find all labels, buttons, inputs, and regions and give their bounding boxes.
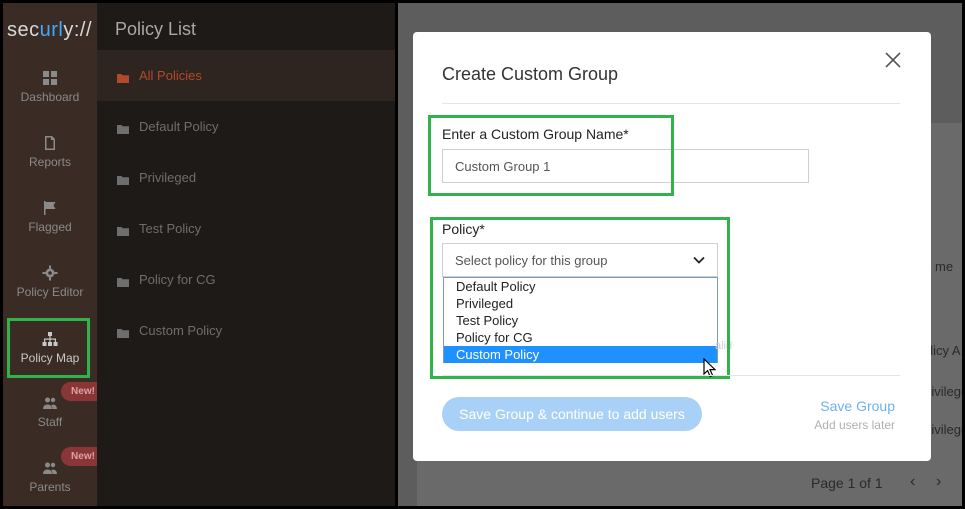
sidebar-item-policy-editor[interactable]: Policy Editor bbox=[3, 265, 97, 299]
sidebar-item-flagged[interactable]: Flagged bbox=[3, 200, 97, 234]
add-users-later-text: Add users later bbox=[814, 418, 895, 432]
modal-divider bbox=[442, 103, 900, 104]
save-group-link[interactable]: Save Group bbox=[803, 398, 895, 414]
folder-icon bbox=[117, 326, 129, 338]
modal-footer-divider bbox=[442, 375, 900, 376]
policy-item-all-policies[interactable]: All Policies bbox=[97, 50, 395, 101]
close-button[interactable] bbox=[881, 48, 905, 72]
close-icon bbox=[885, 52, 901, 68]
policy-map-highlight-box bbox=[7, 318, 90, 378]
sidebar-item-parents[interactable]: Parents bbox=[3, 460, 97, 494]
policy-item-policy-for-cg[interactable]: Policy for CG bbox=[97, 254, 395, 305]
panel-title: Policy List bbox=[115, 19, 197, 39]
pagination-label: Page 1 of 1 bbox=[811, 475, 883, 491]
policy-item-privileged[interactable]: Privileged bbox=[97, 152, 395, 203]
staff-icon bbox=[42, 395, 58, 411]
bg-column-header: me bbox=[935, 259, 954, 274]
modal-title: Create Custom Group bbox=[442, 64, 619, 84]
policy-item-default-policy[interactable]: Default Policy bbox=[97, 101, 395, 152]
sidebar-item-staff[interactable]: Staff bbox=[3, 395, 97, 429]
bg-row-2: rivilege bbox=[927, 422, 965, 437]
folder-icon bbox=[117, 71, 129, 83]
parents-icon bbox=[42, 460, 58, 476]
policy-list-panel: Policy List All Policies Default Policy … bbox=[97, 3, 395, 506]
gear-icon bbox=[42, 265, 58, 281]
sidebar-item-reports[interactable]: Reports bbox=[3, 135, 97, 169]
bg-row-1: rivilege bbox=[927, 384, 965, 399]
group-name-highlight-box bbox=[428, 115, 674, 196]
left-sidebar: securly:// Dashboard Reports Flagged Pol bbox=[3, 3, 105, 506]
panel-divider bbox=[395, 3, 398, 506]
policy-item-custom-policy[interactable]: Custom Policy bbox=[97, 305, 395, 356]
prev-page-icon[interactable]: ‹ bbox=[910, 473, 915, 491]
next-page-icon[interactable]: › bbox=[936, 473, 941, 491]
create-custom-group-modal: Create Custom Group Enter a Custom Group… bbox=[413, 32, 931, 461]
folder-icon bbox=[117, 173, 129, 185]
securly-logo[interactable]: securly:// bbox=[7, 19, 92, 42]
sidebar-item-dashboard[interactable]: Dashboard bbox=[3, 70, 97, 104]
policy-item-test-policy[interactable]: Test Policy bbox=[97, 203, 395, 254]
flag-icon bbox=[42, 200, 58, 216]
reports-icon bbox=[42, 135, 58, 151]
policy-highlight-box bbox=[430, 217, 730, 379]
folder-icon bbox=[117, 275, 129, 287]
folder-icon bbox=[117, 224, 129, 236]
dashboard-icon bbox=[42, 70, 58, 86]
screen-frame: securly:// Dashboard Reports Flagged Pol bbox=[0, 0, 965, 509]
folder-icon bbox=[117, 122, 129, 134]
save-and-add-users-button[interactable]: Save Group & continue to add users bbox=[442, 397, 702, 431]
